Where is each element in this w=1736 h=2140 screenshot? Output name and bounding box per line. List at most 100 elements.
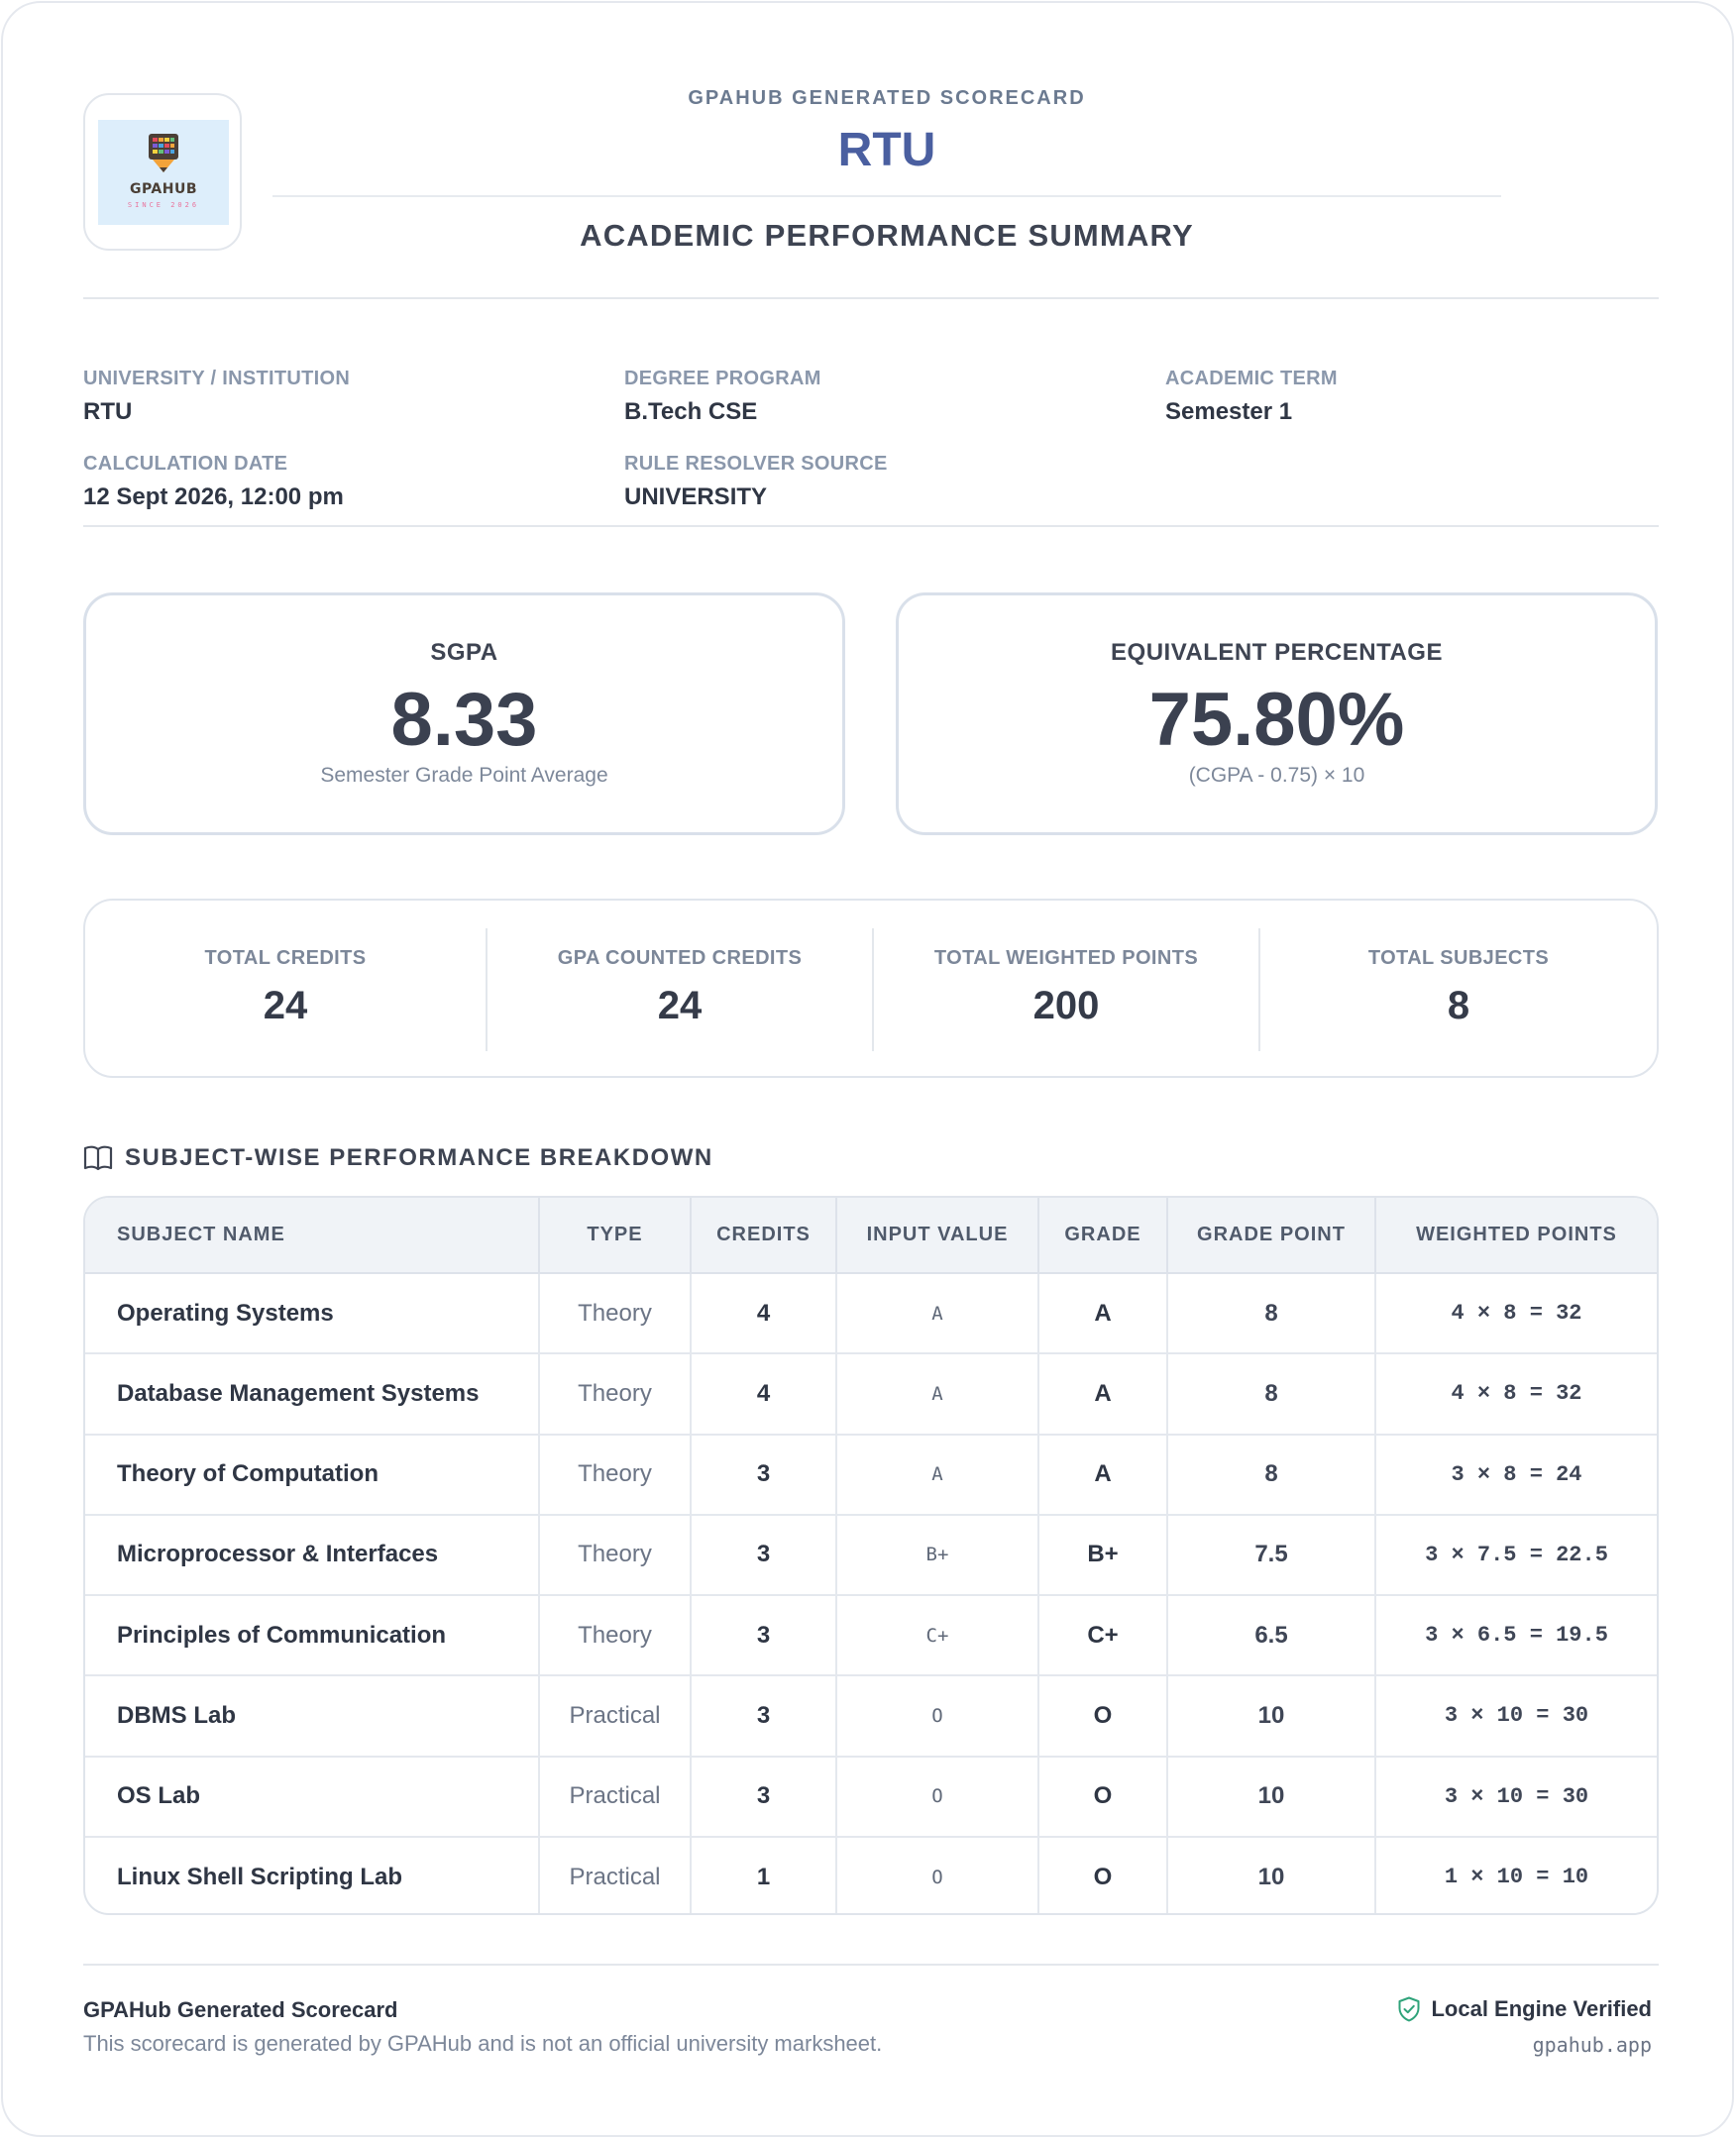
breakdown-title: SUBJECT-WISE PERFORMANCE BREAKDOWN bbox=[125, 1144, 713, 1171]
subject-type: Theory bbox=[539, 1595, 692, 1677]
logo-badge: GPAHUB SINCE 2026 bbox=[98, 120, 229, 225]
scorecard: GPAHUB SINCE 2026 GPAHUB GENERATED SCORE… bbox=[1, 1, 1734, 2137]
subject-credits: 4 bbox=[691, 1353, 837, 1436]
stat-label: TOTAL CREDITS bbox=[204, 947, 367, 969]
stat-label: TOTAL WEIGHTED POINTS bbox=[933, 947, 1199, 969]
stat-value: 24 bbox=[657, 984, 703, 1027]
subject-input: O bbox=[836, 1675, 1039, 1758]
subject-type: Theory bbox=[539, 1353, 692, 1436]
subject-name: Linux Shell Scripting Lab bbox=[85, 1836, 540, 1913]
source-value: UNIVERSITY bbox=[624, 483, 768, 510]
subject-name: Operating Systems bbox=[85, 1273, 540, 1355]
stat-value: 8 bbox=[1447, 984, 1470, 1027]
subject-input: C+ bbox=[836, 1595, 1039, 1677]
subject-grade-point: 10 bbox=[1167, 1675, 1376, 1758]
table-row: Theory of Computation Theory 3 A A 8 3 ×… bbox=[85, 1434, 1657, 1516]
column-header: INPUT VALUE bbox=[836, 1198, 1039, 1274]
site-url: gpahub.app bbox=[1532, 2033, 1652, 2057]
divider bbox=[83, 525, 1659, 527]
subject-credits: 3 bbox=[691, 1756, 837, 1838]
subject-type: Practical bbox=[539, 1675, 692, 1758]
subject-weighted-points: 4 × 8 = 32 bbox=[1375, 1273, 1657, 1355]
subject-grade-point: 7.5 bbox=[1167, 1514, 1376, 1597]
stat-value: 24 bbox=[263, 984, 308, 1027]
subject-name: Theory of Computation bbox=[85, 1434, 540, 1516]
subject-credits: 4 bbox=[691, 1273, 837, 1355]
date-value: 12 Sept 2026, 12:00 pm bbox=[83, 483, 344, 510]
stat-weighted-points: TOTAL WEIGHTED POINTS 200 bbox=[874, 901, 1258, 1076]
shield-check-icon bbox=[1398, 1996, 1420, 2022]
divider bbox=[83, 1964, 1659, 1966]
subject-grade: O bbox=[1038, 1836, 1168, 1913]
subject-grade: A bbox=[1038, 1434, 1168, 1516]
source-label: RULE RESOLVER SOURCE bbox=[624, 453, 888, 475]
subject-type: Practical bbox=[539, 1836, 692, 1913]
subject-grade-point: 10 bbox=[1167, 1756, 1376, 1838]
subject-weighted-points: 4 × 8 = 32 bbox=[1375, 1353, 1657, 1436]
table-row: Principles of Communication Theory 3 C+ … bbox=[85, 1595, 1657, 1677]
column-header: WEIGHTED POINTS bbox=[1375, 1198, 1657, 1274]
stat-value: 200 bbox=[1032, 984, 1100, 1027]
subject-credits: 3 bbox=[691, 1675, 837, 1758]
sgpa-subtitle: Semester Grade Point Average bbox=[320, 764, 608, 787]
table-header-row: SUBJECT NAME TYPE CREDITS INPUT VALUE GR… bbox=[85, 1198, 1657, 1274]
subject-weighted-points: 3 × 10 = 30 bbox=[1375, 1675, 1657, 1758]
subject-grade: C+ bbox=[1038, 1595, 1168, 1677]
table-row: DBMS Lab Practical 3 O O 10 3 × 10 = 30 bbox=[85, 1675, 1657, 1758]
table-row: Database Management Systems Theory 4 A A… bbox=[85, 1353, 1657, 1436]
percentage-label: EQUIVALENT PERCENTAGE bbox=[1111, 639, 1443, 666]
subject-weighted-points: 3 × 7.5 = 22.5 bbox=[1375, 1514, 1657, 1597]
subject-input: B+ bbox=[836, 1514, 1039, 1597]
pencil-book-icon bbox=[149, 134, 178, 172]
column-header: SUBJECT NAME bbox=[85, 1198, 540, 1274]
subject-grade-point: 6.5 bbox=[1167, 1595, 1376, 1677]
table-row: Operating Systems Theory 4 A A 8 4 × 8 =… bbox=[85, 1273, 1657, 1355]
verified-badge: Local Engine Verified bbox=[1397, 1996, 1652, 2022]
stat-total-subjects: TOTAL SUBJECTS 8 bbox=[1260, 901, 1657, 1076]
table-row: Linux Shell Scripting Lab Practical 1 O … bbox=[85, 1836, 1657, 1913]
breakdown-table: SUBJECT NAME TYPE CREDITS INPUT VALUE GR… bbox=[83, 1196, 1659, 1915]
percentage-formula: (CGPA - 0.75) × 10 bbox=[1188, 764, 1365, 787]
footer-title: GPAHub Generated Scorecard bbox=[83, 1997, 398, 2022]
subject-name: Microprocessor & Interfaces bbox=[85, 1514, 540, 1597]
book-open-icon bbox=[83, 1145, 113, 1171]
subject-grade-point: 10 bbox=[1167, 1836, 1376, 1913]
subject-input: O bbox=[836, 1836, 1039, 1913]
sgpa-card: SGPA 8.33 Semester Grade Point Average bbox=[83, 592, 845, 835]
sgpa-label: SGPA bbox=[430, 639, 498, 666]
subject-name: Principles of Communication bbox=[85, 1595, 540, 1677]
subject-grade-point: 8 bbox=[1167, 1273, 1376, 1355]
subject-grade-point: 8 bbox=[1167, 1353, 1376, 1436]
verified-label: Local Engine Verified bbox=[1431, 1996, 1652, 2021]
date-label: CALCULATION DATE bbox=[83, 453, 288, 475]
subject-credits: 3 bbox=[691, 1595, 837, 1677]
subject-type: Theory bbox=[539, 1514, 692, 1597]
logo: GPAHUB SINCE 2026 bbox=[83, 93, 242, 251]
subject-grade: B+ bbox=[1038, 1514, 1168, 1597]
percentage-card: EQUIVALENT PERCENTAGE 75.80% (CGPA - 0.7… bbox=[896, 592, 1658, 835]
table-row: Microprocessor & Interfaces Theory 3 B+ … bbox=[85, 1514, 1657, 1597]
stat-label: GPA COUNTED CREDITS bbox=[557, 947, 803, 969]
subject-credits: 1 bbox=[691, 1836, 837, 1913]
page-subtitle: ACADEMIC PERFORMANCE SUMMARY bbox=[580, 218, 1194, 253]
subject-grade-point: 8 bbox=[1167, 1434, 1376, 1516]
degree-label: DEGREE PROGRAM bbox=[624, 368, 821, 389]
page-title: RTU bbox=[837, 124, 936, 176]
subject-grade: A bbox=[1038, 1353, 1168, 1436]
subject-weighted-points: 3 × 10 = 30 bbox=[1375, 1756, 1657, 1838]
breakdown-heading: SUBJECT-WISE PERFORMANCE BREAKDOWN bbox=[83, 1142, 713, 1174]
term-label: ACADEMIC TERM bbox=[1165, 368, 1338, 389]
degree-value: B.Tech CSE bbox=[624, 398, 758, 425]
stats-row: TOTAL CREDITS 24 GPA COUNTED CREDITS 24 … bbox=[83, 899, 1659, 1078]
subject-name: Database Management Systems bbox=[85, 1353, 540, 1436]
subject-input: A bbox=[836, 1353, 1039, 1436]
sgpa-value: 8.33 bbox=[390, 678, 538, 762]
header-divider bbox=[272, 195, 1501, 197]
term-value: Semester 1 bbox=[1165, 398, 1293, 425]
subject-grade: A bbox=[1038, 1273, 1168, 1355]
subject-input: O bbox=[836, 1756, 1039, 1838]
logo-text: GPAHUB bbox=[129, 181, 198, 197]
subject-type: Theory bbox=[539, 1273, 692, 1355]
subject-credits: 3 bbox=[691, 1434, 837, 1516]
table-row: OS Lab Practical 3 O O 10 3 × 10 = 30 bbox=[85, 1756, 1657, 1838]
